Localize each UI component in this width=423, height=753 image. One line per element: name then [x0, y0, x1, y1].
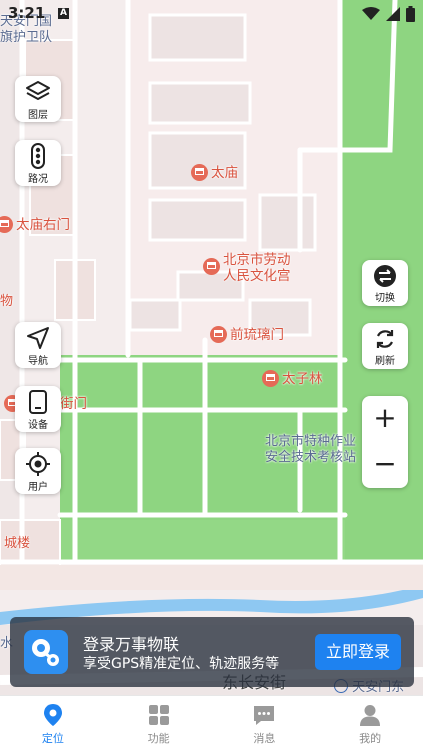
device-icon: [29, 390, 47, 414]
tab-label: 定位: [41, 732, 64, 745]
poi-label: 北京市劳动 人民文化宫: [223, 252, 291, 284]
navigation-icon: [27, 327, 49, 349]
zoom-out-button[interactable]: −: [362, 442, 408, 488]
map-canvas: [0, 0, 423, 695]
poi-label: 太子林: [282, 370, 323, 387]
tab-label: 功能: [147, 732, 170, 745]
switch-icon: [374, 265, 396, 287]
device-label: 设备: [28, 420, 48, 431]
poi-pin-icon: [0, 216, 13, 233]
message-icon: [254, 706, 275, 725]
tab-profile[interactable]: 我的: [317, 696, 423, 753]
wifi-icon: [362, 7, 380, 20]
traffic-light-icon: [31, 143, 45, 169]
login-banner[interactable]: 登录万事物联 享受GPS精准定位、轨迹服务等 立即登录: [10, 617, 414, 687]
traffic-label: 路况: [28, 174, 48, 185]
poi-qian-liuli-gate[interactable]: 前琉璃门: [210, 326, 284, 343]
poi-taimiao-right-gate[interactable]: 太庙右门: [0, 216, 70, 233]
poi-pin-icon: [191, 164, 208, 181]
person-icon: [360, 705, 381, 726]
locate-user-button[interactable]: 用户: [15, 448, 61, 494]
status-a-badge: A: [58, 8, 69, 19]
device-button[interactable]: 设备: [15, 386, 61, 432]
banner-subtitle: 享受GPS精准定位、轨迹服务等: [83, 656, 280, 672]
refresh-label: 刷新: [375, 356, 395, 367]
navigation-label: 导航: [28, 356, 48, 367]
location-pin-icon: [43, 704, 62, 726]
refresh-icon: [376, 330, 394, 348]
status-icons: [362, 5, 415, 23]
battery-icon: [406, 6, 415, 22]
tab-functions[interactable]: 功能: [106, 696, 212, 753]
map-label-fragment: 物: [0, 294, 14, 309]
poi-pin-icon: [262, 370, 279, 387]
poi-label: 前琉璃门: [230, 326, 284, 343]
poi-pin-icon: [203, 258, 220, 275]
status-bar: 3:21 A: [0, 0, 423, 28]
map-view[interactable]: 太庙 太庙右门 北京市劳动 人民文化宫 前琉璃门 太子林 街门 天安门国 旗护卫…: [0, 0, 423, 695]
zoom-control: + −: [362, 396, 408, 488]
tab-location[interactable]: 定位: [0, 696, 106, 753]
poi-pin-icon: [210, 326, 227, 343]
navigation-button[interactable]: 导航: [15, 322, 61, 368]
traffic-button[interactable]: 路况: [15, 140, 61, 186]
login-button[interactable]: 立即登录: [315, 634, 401, 670]
zoom-out-icon: −: [373, 447, 397, 480]
locate-user-label: 用户: [28, 482, 48, 493]
poi-label: 街门: [60, 395, 87, 412]
switch-label: 切换: [375, 293, 395, 304]
layers-button[interactable]: 图层: [15, 76, 61, 122]
tab-label: 消息: [253, 732, 276, 745]
tab-label: 我的: [359, 732, 382, 745]
bottom-tab-bar: 定位 功能 消息 我的: [0, 695, 423, 753]
poi-taizilin[interactable]: 太子林: [262, 370, 323, 387]
signal-icon: [386, 7, 400, 21]
map-label-inspection-station: 北京市特种作业 安全技术考核站: [265, 434, 357, 465]
locate-user-icon: [26, 452, 50, 476]
refresh-button[interactable]: 刷新: [362, 323, 408, 369]
grid-icon: [148, 705, 169, 725]
layers-icon: [26, 81, 50, 100]
zoom-in-button[interactable]: +: [362, 396, 408, 442]
poi-label: 太庙右门: [16, 216, 70, 233]
zoom-in-icon: +: [373, 401, 397, 434]
layers-label: 图层: [28, 110, 48, 121]
poi-workers-cultural-palace[interactable]: 北京市劳动 人民文化宫: [203, 252, 291, 284]
status-time: 3:21: [8, 4, 46, 22]
app-logo-icon: [24, 630, 68, 674]
poi-label: 太庙: [211, 164, 238, 181]
tab-messages[interactable]: 消息: [212, 696, 318, 753]
switch-button[interactable]: 切换: [362, 260, 408, 306]
poi-taimiao[interactable]: 太庙: [191, 164, 238, 181]
banner-title: 登录万事物联: [83, 635, 180, 654]
map-label-gate-tower: 城楼: [4, 536, 31, 551]
